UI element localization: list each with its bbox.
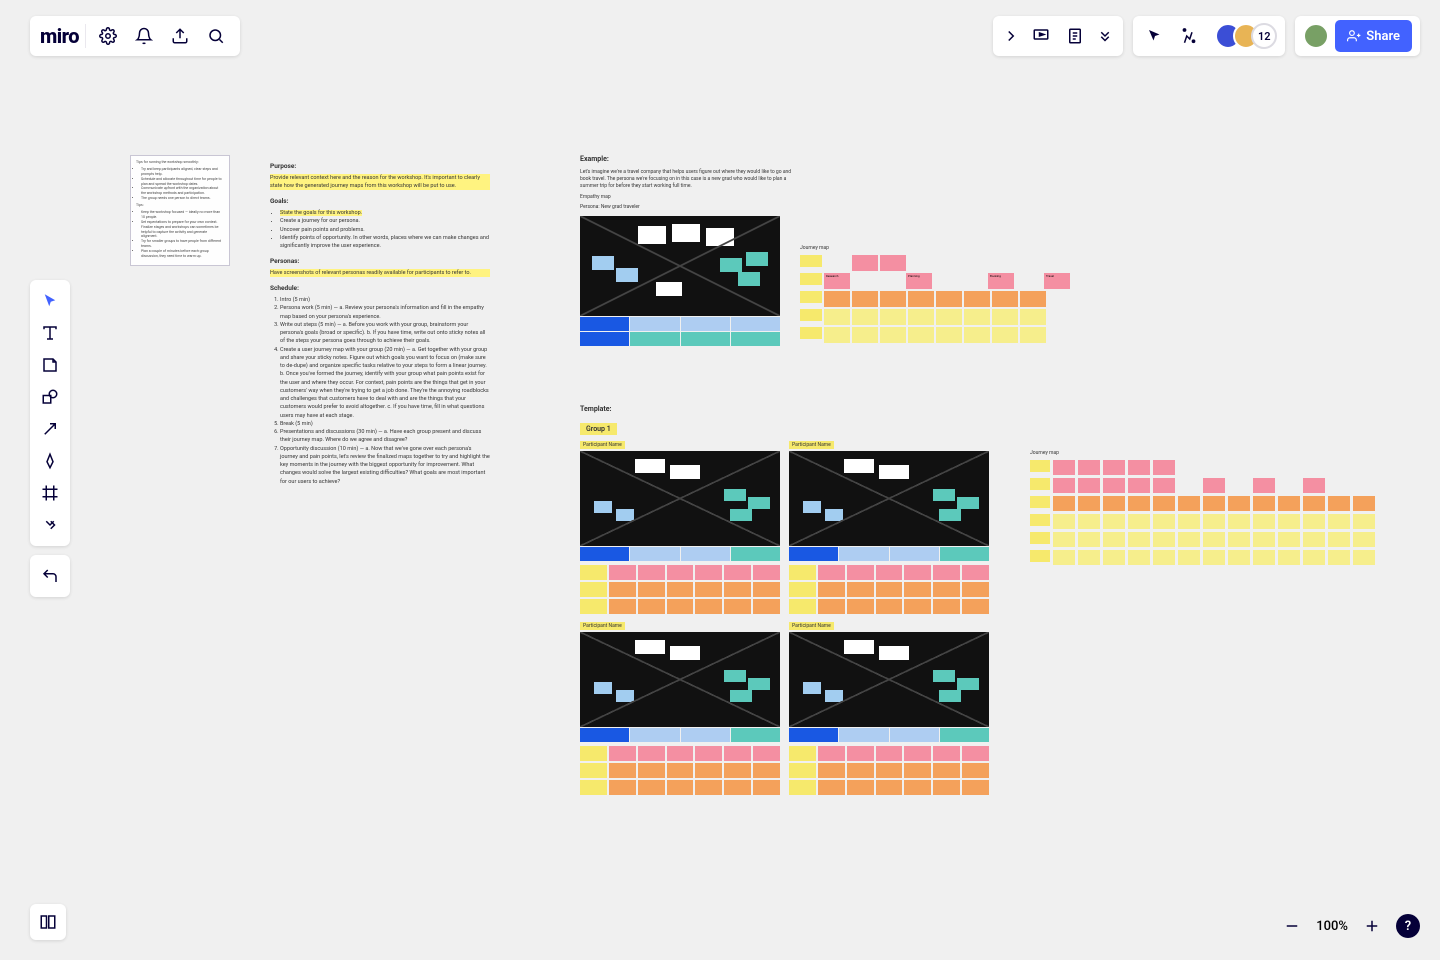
journey-map-example[interactable]: Journey map Research Planning Booking Tr… xyxy=(800,245,1080,345)
example-heading: Example: xyxy=(580,155,1080,163)
canvas[interactable]: Tips for running the workshop smoothly: … xyxy=(0,0,1440,960)
participant-card[interactable]: Participant Name xyxy=(789,622,989,795)
purpose-heading: Purpose: xyxy=(270,162,490,172)
goals-heading: Goals: xyxy=(270,197,490,207)
welcome-card[interactable]: Tips for running the workshop smoothly: … xyxy=(130,155,230,266)
journey-map-template[interactable]: Journey map xyxy=(1030,450,1380,568)
empathy-map[interactable] xyxy=(580,216,780,346)
purpose-text: Provide relevant context here and the re… xyxy=(270,174,490,191)
example-intro: Let's imagine we're a travel company tha… xyxy=(580,169,800,190)
schedule-heading: Schedule: xyxy=(270,284,490,294)
template-heading: Template: xyxy=(580,405,994,413)
instructions[interactable]: Purpose: Provide relevant context here a… xyxy=(270,155,490,486)
participant-card[interactable]: Participant Name xyxy=(580,441,780,614)
group-label: Group 1 xyxy=(580,423,617,435)
participant-card[interactable]: Participant Name xyxy=(580,622,780,795)
template-section[interactable]: Template: Group 1 Participant Name xyxy=(580,405,994,795)
participant-card[interactable]: Participant Name xyxy=(789,441,989,614)
personas-heading: Personas: xyxy=(270,257,490,267)
